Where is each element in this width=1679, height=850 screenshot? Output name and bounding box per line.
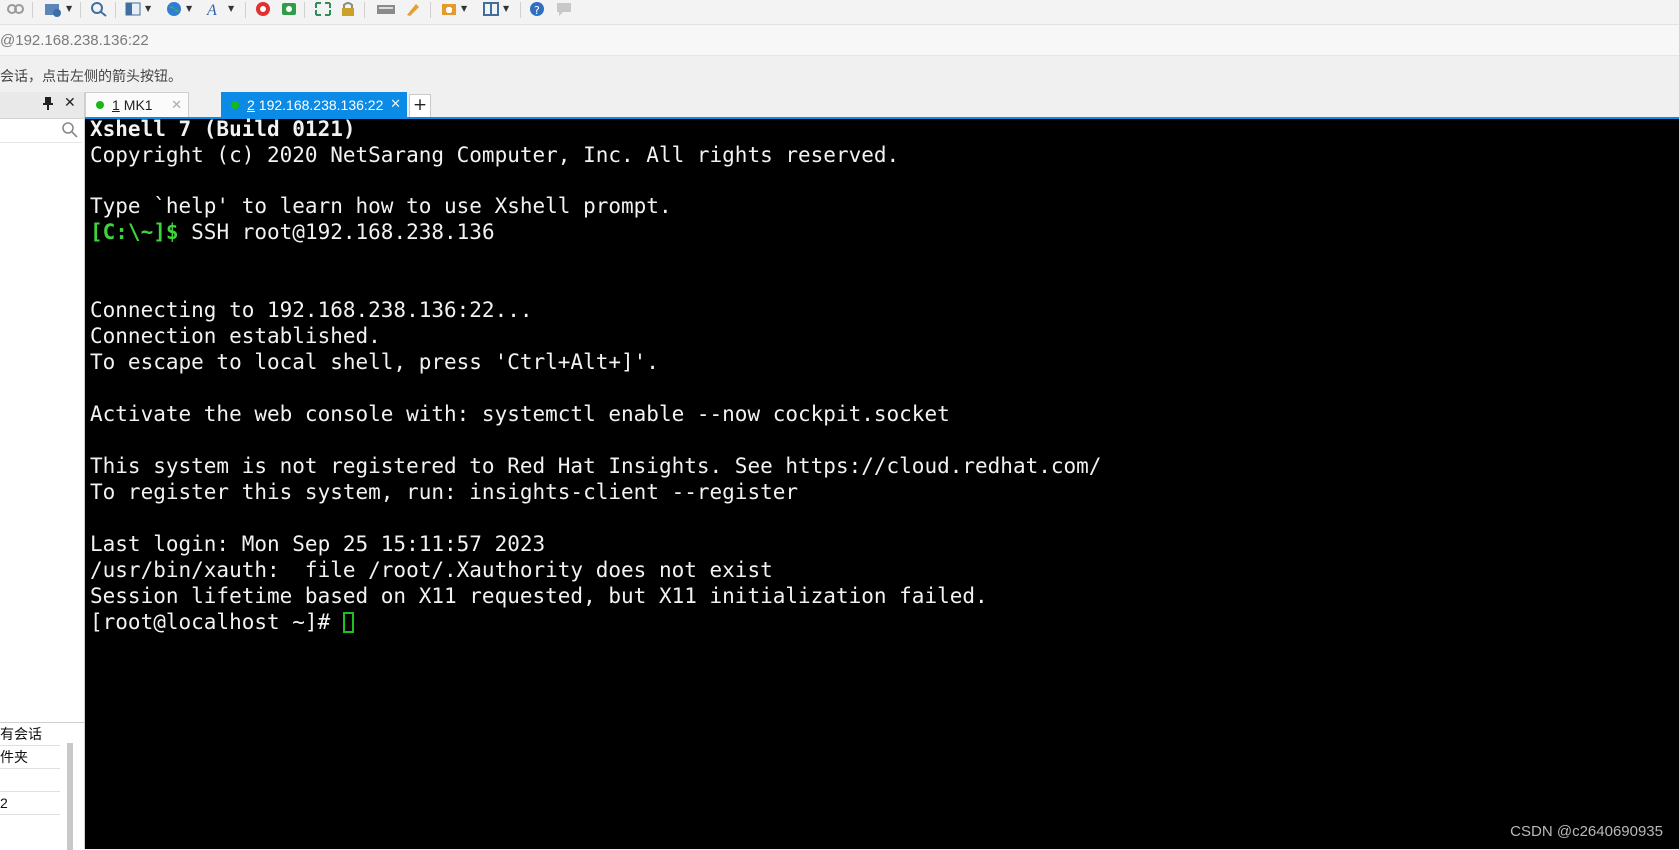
tab-session-1[interactable]: 1 MK1 ✕ (85, 92, 189, 118)
tab-number: 1 (112, 97, 120, 113)
close-icon[interactable]: ✕ (64, 95, 76, 111)
find-icon[interactable] (90, 0, 108, 18)
terminal-line: Type `help' to learn how to use Xshell p… (90, 194, 672, 218)
toolbar: ▼ ▼ ▼ A ▼ ▼ ▼ ? (0, 0, 1679, 25)
address-text: @192.168.238.136:22 (0, 32, 149, 49)
pin-icon[interactable] (42, 96, 54, 114)
remote-prompt: [root@localhost ~]# (90, 610, 343, 634)
tab-label: 192.168.238.136:22 (258, 97, 384, 113)
terminal-line: Copyright (c) 2020 NetSarang Computer, I… (90, 143, 900, 167)
local-command: SSH root@192.168.238.136 (178, 220, 495, 244)
terminal-line: Connecting to 192.168.238.136:22... (90, 298, 533, 322)
status-dot (231, 101, 239, 109)
list-item[interactable]: 有会话 (0, 723, 60, 746)
link-icon[interactable] (6, 0, 24, 18)
svg-text:A: A (206, 2, 217, 17)
layout-icon[interactable]: ▼ (124, 0, 151, 18)
help-icon[interactable]: ? (528, 0, 546, 18)
close-tab-icon[interactable]: ✕ (171, 97, 182, 113)
status-dot (96, 101, 104, 109)
new-session-icon[interactable]: ▼ (43, 0, 72, 18)
tab-session-2[interactable]: 2 192.168.238.136:22 ✕ (221, 92, 407, 118)
terminal-prompt-line: [root@localhost ~]# (90, 609, 354, 635)
session-tab-bar: 1 MK1 ✕ 2 192.168.238.136:22 ✕ + (85, 92, 1679, 118)
watermark: CSDN @c2640690935 (1510, 823, 1663, 840)
session-search-input[interactable] (0, 120, 82, 143)
hint-bar: 会话，点击左侧的箭头按钮。 (0, 56, 1679, 88)
terminal-line: /usr/bin/xauth: file /root/.Xauthority d… (90, 558, 773, 582)
new-tab-icon[interactable]: ▼ (440, 0, 467, 18)
scrollbar[interactable] (67, 743, 73, 850)
xagent-icon[interactable] (280, 0, 298, 18)
terminal-line: To register this system, run: insights-c… (90, 480, 799, 504)
close-tab-icon[interactable]: ✕ (390, 96, 401, 112)
xftp-icon[interactable] (254, 0, 272, 18)
session-panel-header: ✕ (0, 92, 84, 119)
terminal-line: Last login: Mon Sep 25 15:11:57 2023 (90, 532, 546, 556)
terminal-cursor (342, 612, 354, 633)
list-item[interactable]: 件夹 (0, 746, 60, 769)
terminal-line: Activate the web console with: systemctl… (90, 402, 950, 426)
svg-text:?: ? (534, 4, 540, 17)
list-item[interactable]: 2 (0, 792, 60, 815)
terminal-line: Session lifetime based on X11 requested,… (90, 584, 988, 608)
lock-icon[interactable] (340, 0, 356, 18)
tile-icon[interactable]: ▼ (482, 0, 509, 18)
tab-label: MK1 (123, 97, 153, 113)
list-item[interactable] (0, 769, 60, 792)
terminal-line: Xshell 7 (Build 0121) (90, 117, 356, 141)
keyboard-icon[interactable] (376, 0, 396, 18)
chat-icon[interactable] (555, 0, 573, 18)
tab-number: 2 (247, 97, 255, 113)
terminal-line: To escape to local shell, press 'Ctrl+Al… (90, 350, 659, 374)
terminal-line: Connection established. (90, 324, 381, 348)
local-prompt: [C:\~]$ (90, 220, 179, 244)
fullscreen-icon[interactable] (314, 0, 332, 18)
terminal-output[interactable]: Xshell 7 (Build 0121) Copyright (c) 2020… (85, 117, 1679, 849)
add-tab-button[interactable]: + (409, 94, 431, 118)
hint-text: 会话，点击左侧的箭头按钮。 (0, 68, 182, 84)
terminal-line: This system is not registered to Red Hat… (90, 454, 1102, 478)
session-properties: 有会话 件夹 2 (0, 722, 84, 850)
session-manager-panel: ✕ 有会话 件夹 2 (0, 92, 85, 850)
globe-icon[interactable]: ▼ (165, 0, 192, 18)
highlight-icon[interactable] (404, 0, 422, 18)
address-bar[interactable]: @192.168.238.136:22 (0, 25, 1679, 56)
font-icon[interactable]: A ▼ (205, 0, 234, 18)
search-icon[interactable] (62, 122, 78, 142)
terminal-line: [C:\~]$ SSH root@192.168.238.136 (90, 219, 495, 245)
